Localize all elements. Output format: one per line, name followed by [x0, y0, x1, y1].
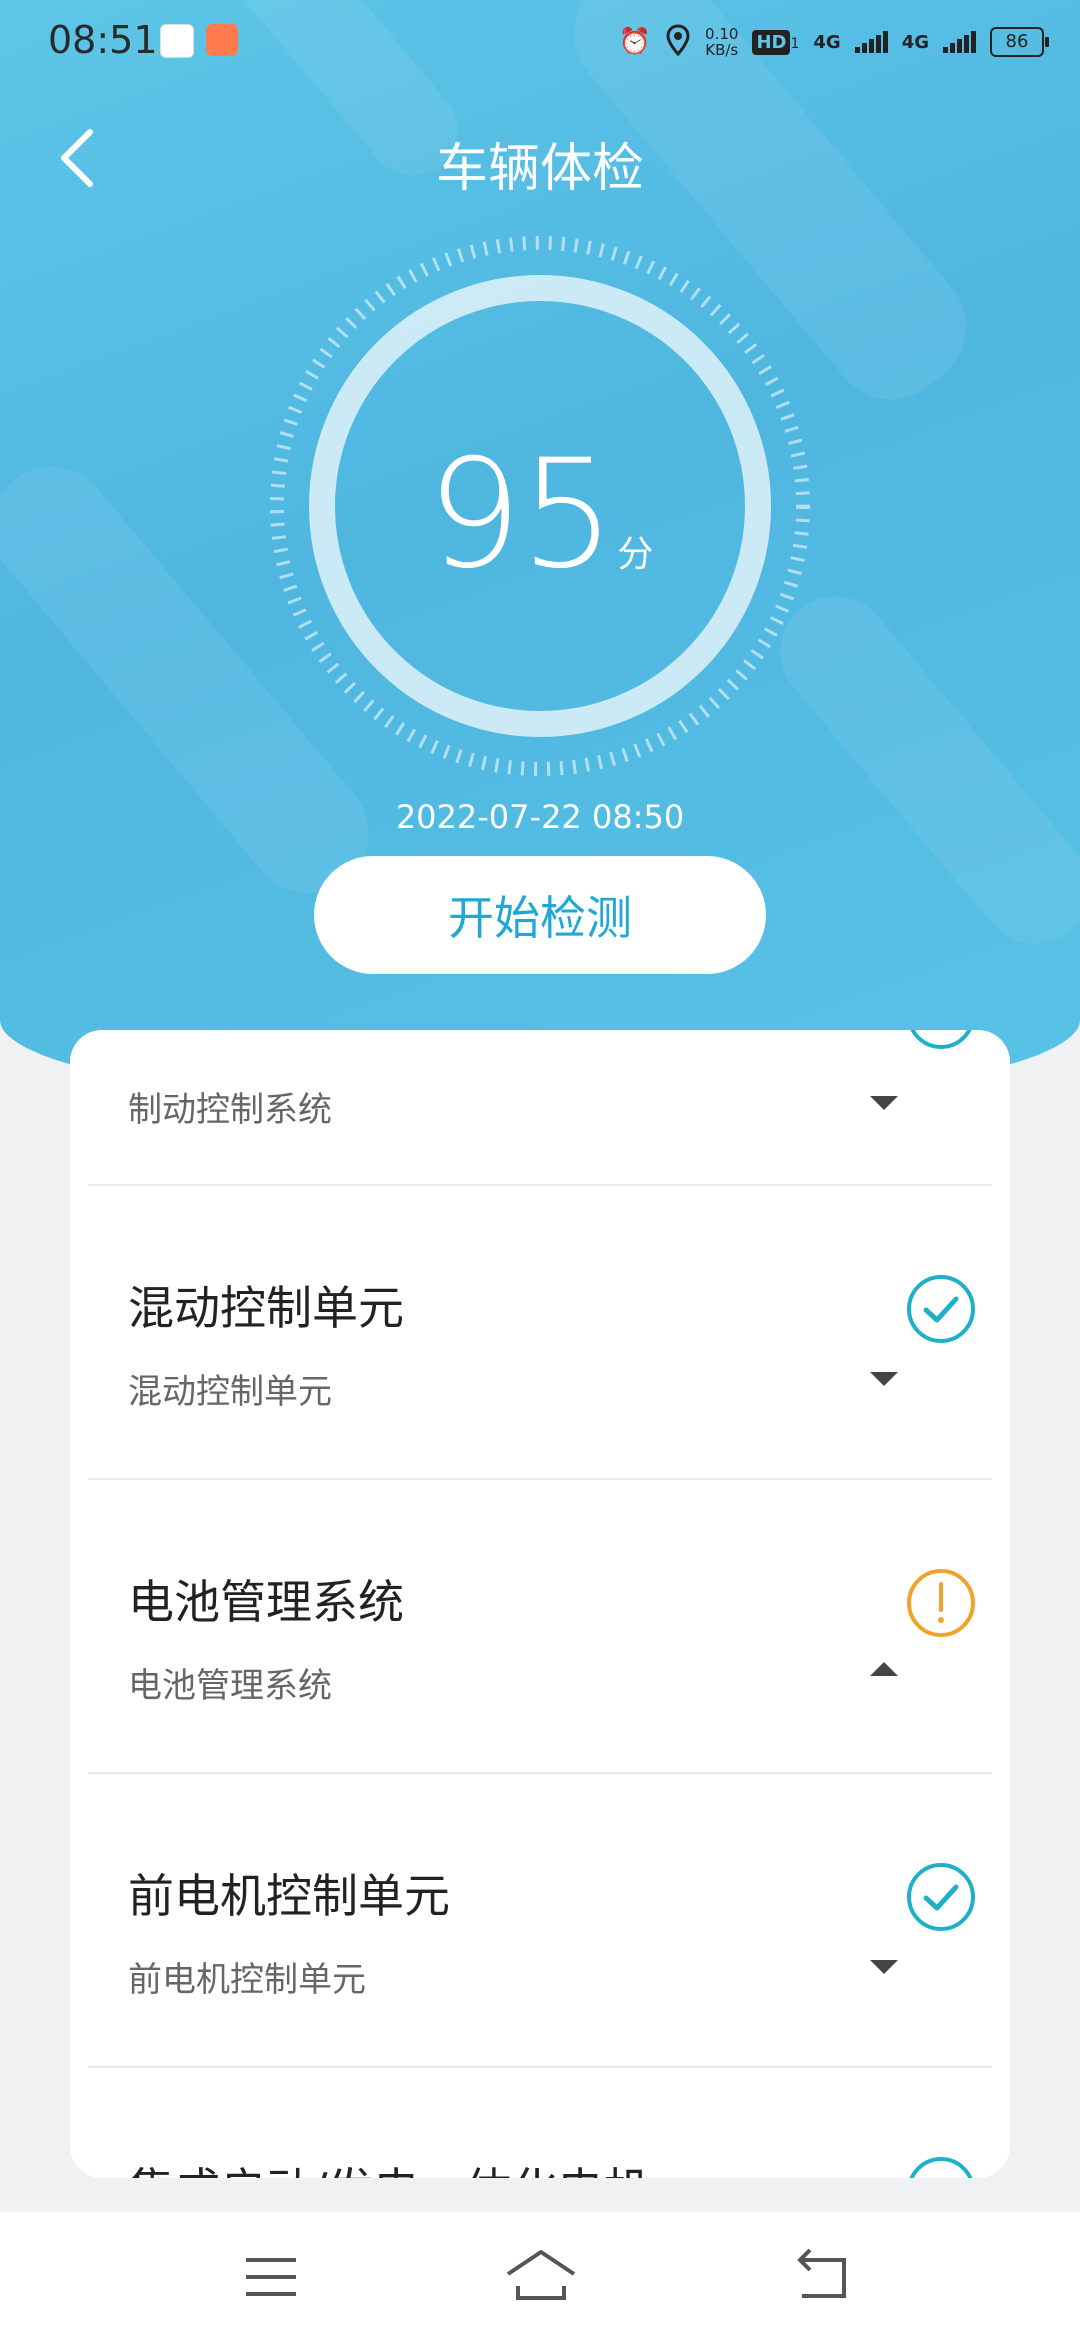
check-timestamp: 2022-07-22 08:50: [395, 798, 685, 836]
expand-toggle[interactable]: [870, 1096, 898, 1110]
network-type-2: 4G: [901, 31, 929, 53]
signal-icon: [854, 31, 888, 53]
item-title: 前电机控制单元: [128, 1869, 450, 1923]
battery-icon: 86: [990, 27, 1049, 57]
item-subtitle: 电池管理系统: [128, 1666, 332, 1706]
item-subtitle: 制动控制系统: [128, 1090, 332, 1130]
diagnostic-list: 制动控制系统 混动控制单元 混动控制单元 电池管理系统 电池管理系统 前电机控制…: [70, 1030, 1010, 2178]
score-display: 95 分: [0, 428, 1080, 602]
weather-app-icon: [160, 24, 194, 58]
check-circle-icon: [909, 2157, 973, 2178]
return-icon: [797, 2248, 846, 2298]
start-check-button[interactable]: 开始检测: [314, 856, 766, 974]
exclamation-circle-icon: [907, 1569, 975, 1637]
home-button[interactable]: [496, 2242, 586, 2312]
status-time: 08:51: [48, 18, 158, 62]
item-subtitle: 前电机控制单元: [128, 1960, 366, 2000]
hd-badge: HD 1: [752, 29, 799, 55]
menu-button[interactable]: [226, 2242, 316, 2312]
list-item[interactable]: 电池管理系统 电池管理系统: [88, 1480, 992, 1774]
score-unit: 分: [617, 534, 654, 575]
menu-icon: [246, 2258, 296, 2296]
check-circle-icon: [907, 1275, 975, 1343]
list-item[interactable]: 集成启动/发电一体化电机: [88, 2068, 992, 2178]
item-title: 集成启动/发电一体化电机: [128, 2154, 650, 2178]
list-item[interactable]: 前电机控制单元 前电机控制单元: [88, 1774, 992, 2068]
network-speed: 0.10 KB/s: [705, 25, 739, 59]
mascot-app-icon: [206, 24, 238, 56]
alarm-icon: ⏰: [618, 27, 652, 57]
expand-toggle[interactable]: [870, 1960, 898, 1974]
item-title: 混动控制单元: [128, 1281, 404, 1335]
item-title: 电池管理系统: [128, 1575, 404, 1629]
check-circle-icon: [910, 1030, 972, 1049]
return-button[interactable]: [778, 2242, 868, 2312]
status-indicators: ⏰ 0.10 KB/s HD 1 4G 4G 86: [618, 20, 1049, 64]
score-value: 95: [426, 428, 616, 602]
check-circle-icon: [907, 1863, 975, 1931]
location-icon: [665, 24, 691, 60]
network-type-1: 4G: [813, 31, 841, 53]
system-nav-bar: [0, 2212, 1080, 2340]
page-title: 车辆体检: [435, 139, 644, 199]
expand-toggle[interactable]: [870, 1372, 898, 1386]
status-bar: 08:51 ⏰ 0.10 KB/s HD 1 4G 4G 86: [0, 0, 1080, 84]
home-icon: [506, 2250, 576, 2300]
list-item[interactable]: 制动控制系统: [88, 1030, 992, 1186]
signal-icon: [943, 31, 976, 53]
collapse-toggle[interactable]: [870, 1662, 898, 1676]
list-item[interactable]: 混动控制单元 混动控制单元: [88, 1186, 992, 1480]
item-subtitle: 混动控制单元: [128, 1372, 332, 1412]
